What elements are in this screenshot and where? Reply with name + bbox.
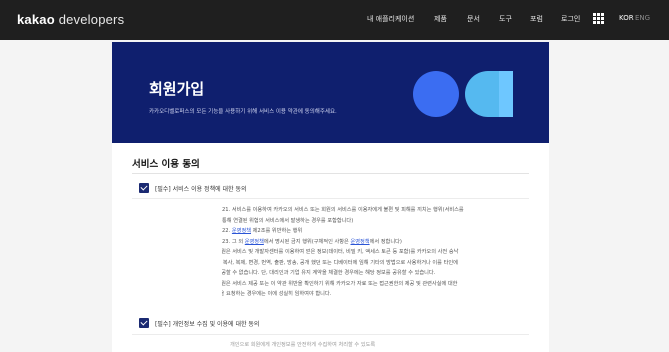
section-title: 서비스 이용 동의 bbox=[132, 159, 200, 170]
apps-grid-icon[interactable] bbox=[593, 13, 604, 24]
signup-banner: 회원가입 카카오디벨로퍼스의 모든 기능을 사용하기 위해 서비스 이용 약관에… bbox=[112, 42, 549, 143]
service-policy-consent-checkbox[interactable]: [필수] 서비스 이용 정책에 대한 동의 bbox=[139, 180, 247, 196]
terms-line: 23. 그 외 운영정책에서 명시된 금지 행위(구체적인 사항은 운영정책에서… bbox=[222, 238, 402, 245]
nav-tools[interactable]: 도구 bbox=[499, 14, 512, 24]
service-terms-text[interactable]: 21. 서비스를 이용하여 카카오의 서비스 또는 회원의 서비스를 이용자에게… bbox=[222, 205, 527, 310]
decorative-circle-shape bbox=[413, 71, 459, 117]
page-subtitle: 카카오디벨로퍼스의 모든 기능을 사용하기 위해 서비스 이용 약관에 동의해주… bbox=[149, 109, 337, 115]
terms-line: 소명을 요청하는 경우에는 이에 성실히 임하여야 합니다. bbox=[222, 291, 332, 297]
operation-policy-link[interactable]: 운영정책 bbox=[245, 239, 264, 245]
decorative-bar-shape bbox=[499, 71, 513, 117]
privacy-consent-checkbox[interactable]: [필수] 개인정보 수집 및 이용에 대한 동의 bbox=[139, 315, 259, 331]
terms-line: 개인으로 회원에게 개인정보를 안전하게 수집하여 처리할 수 있도록 bbox=[230, 342, 376, 348]
language-eng[interactable]: ENG bbox=[635, 14, 650, 22]
checkbox-checked-icon[interactable] bbox=[139, 318, 149, 328]
privacy-consent-label[interactable]: [필수] 개인정보 수집 및 이용에 대한 동의 bbox=[155, 319, 259, 328]
logo-product: developers bbox=[58, 12, 125, 27]
language-kor[interactable]: KOR bbox=[619, 14, 634, 22]
terms-line: 게 제공할 수 없습니다. 단, 대리인과 기업 유지 계약을 체결한 경우에는… bbox=[222, 270, 436, 276]
checkbox-checked-icon[interactable] bbox=[139, 183, 149, 193]
privacy-terms-text[interactable]: 개인으로 회원에게 개인정보를 안전하게 수집하여 처리할 수 있도록 bbox=[230, 340, 535, 352]
nav-forum[interactable]: 포럼 bbox=[530, 14, 543, 24]
page-title: 회원가입 bbox=[149, 80, 205, 98]
nav-products[interactable]: 제품 bbox=[434, 14, 447, 24]
terms-line: 없이, 복사, 복제, 변경, 번역, 출판, 방송, 공개 했던 또는 디베이… bbox=[222, 259, 458, 266]
row-divider bbox=[132, 198, 529, 199]
logo-brand: kakao bbox=[17, 12, 55, 27]
terms-line: ④ 회원은 서비스 제공 또는 이 약관 위반을 확인하기 위해 카카오가 자료… bbox=[222, 280, 458, 287]
nav-login[interactable]: 로그인 bbox=[561, 14, 580, 24]
terms-line: 통해 연결된 위험의 서비스에서 발생하는 경우를 포함합니다) bbox=[222, 217, 354, 224]
terms-line: 22. 운영정책 제2조를 위반하는 행위 bbox=[222, 228, 303, 234]
service-policy-consent-label[interactable]: [필수] 서비스 이용 정책에 대한 동의 bbox=[155, 184, 247, 193]
operation-policy-link[interactable]: 운영정책 bbox=[232, 228, 251, 234]
terms-line: 21. 서비스를 이용하여 카카오의 서비스 또는 회원의 서비스를 이용자에게… bbox=[222, 207, 464, 213]
row-divider bbox=[132, 334, 529, 335]
section-divider bbox=[132, 173, 529, 174]
nav-docs[interactable]: 문서 bbox=[467, 14, 480, 24]
nav-my-applications[interactable]: 내 애플리케이션 bbox=[367, 14, 414, 24]
top-navigation-bar: kakao developers 내 애플리케이션 제품 문서 도구 포럼 로그… bbox=[0, 0, 669, 40]
terms-line: ③ 회원은 서비스 및 개발자센터를 이용하여 얻은 정보(데이터, 비밀 키,… bbox=[222, 249, 459, 255]
operation-policy-link[interactable]: 운영정책 bbox=[350, 239, 369, 245]
kakao-developers-logo[interactable]: kakao developers bbox=[17, 12, 124, 27]
